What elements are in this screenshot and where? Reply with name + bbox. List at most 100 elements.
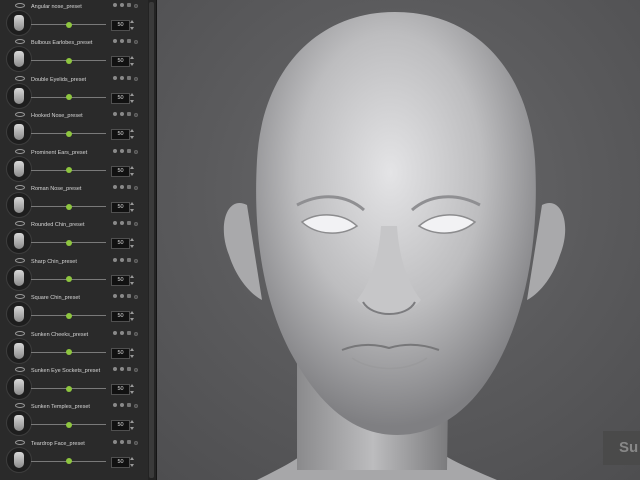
preset-value-input[interactable]: 50 <box>111 238 130 250</box>
reset-icon[interactable] <box>134 40 138 45</box>
preset-slider[interactable] <box>31 312 106 319</box>
lock-icon[interactable] <box>113 112 117 117</box>
settings-icon[interactable] <box>127 403 131 408</box>
eye-icon[interactable] <box>15 221 25 227</box>
lock-icon[interactable] <box>113 257 117 262</box>
slider-knob[interactable] <box>65 276 72 283</box>
lock-icon[interactable] <box>113 221 117 226</box>
slider-knob[interactable] <box>65 385 72 392</box>
preset-value-input[interactable]: 50 <box>111 56 130 68</box>
decrement-arrow-icon[interactable] <box>130 427 134 431</box>
eye-icon[interactable] <box>15 294 25 300</box>
increment-arrow-icon[interactable] <box>130 274 134 278</box>
increment-arrow-icon[interactable] <box>130 347 134 351</box>
3d-viewport[interactable] <box>157 0 640 480</box>
submit-button[interactable]: Su <box>603 431 640 465</box>
preset-value-input[interactable]: 50 <box>111 202 130 213</box>
preset-slider[interactable] <box>31 421 106 428</box>
increment-arrow-icon[interactable] <box>130 238 134 242</box>
link-icon[interactable] <box>120 439 124 444</box>
eye-icon[interactable] <box>15 257 25 263</box>
preset-value-input[interactable]: 50 <box>111 456 130 468</box>
increment-arrow-icon[interactable] <box>130 92 134 96</box>
preset-slider[interactable] <box>31 276 106 283</box>
slider-knob[interactable] <box>65 458 72 465</box>
decrement-arrow-icon[interactable] <box>130 391 134 394</box>
decrement-arrow-icon[interactable] <box>130 136 134 140</box>
increment-arrow-icon[interactable] <box>130 311 134 315</box>
eye-icon[interactable] <box>15 367 25 372</box>
reset-icon[interactable] <box>134 258 138 263</box>
preset-slider[interactable] <box>31 57 106 64</box>
link-icon[interactable] <box>120 75 124 80</box>
preset-slider[interactable] <box>31 458 106 465</box>
decrement-arrow-icon[interactable] <box>130 318 134 322</box>
decrement-arrow-icon[interactable] <box>130 63 134 67</box>
panel-scrollbar[interactable] <box>148 0 157 480</box>
eye-icon[interactable] <box>15 403 25 409</box>
slider-knob[interactable] <box>65 421 72 428</box>
lock-icon[interactable] <box>113 39 117 44</box>
link-icon[interactable] <box>120 112 124 117</box>
link-icon[interactable] <box>120 39 124 44</box>
preset-value-input[interactable]: 50 <box>111 384 130 395</box>
link-icon[interactable] <box>120 221 124 226</box>
settings-icon[interactable] <box>127 185 131 189</box>
lock-icon[interactable] <box>113 294 117 299</box>
eye-icon[interactable] <box>15 148 25 154</box>
slider-knob[interactable] <box>65 203 72 210</box>
decrement-arrow-icon[interactable] <box>130 463 134 467</box>
preset-slider[interactable] <box>31 94 106 101</box>
scrollbar-thumb[interactable] <box>149 2 154 478</box>
preset-slider[interactable] <box>31 130 106 137</box>
preset-value-input[interactable]: 50 <box>111 20 130 31</box>
settings-icon[interactable] <box>127 148 131 153</box>
reset-icon[interactable] <box>134 331 138 336</box>
preset-value-input[interactable]: 50 <box>111 274 130 286</box>
reset-icon[interactable] <box>134 4 138 8</box>
slider-knob[interactable] <box>65 130 72 137</box>
settings-icon[interactable] <box>127 439 131 444</box>
increment-arrow-icon[interactable] <box>130 456 134 460</box>
settings-icon[interactable] <box>127 3 131 7</box>
reset-icon[interactable] <box>134 295 138 300</box>
reset-icon[interactable] <box>134 149 138 154</box>
settings-icon[interactable] <box>127 221 131 226</box>
preset-slider[interactable] <box>31 203 106 210</box>
link-icon[interactable] <box>120 403 124 408</box>
settings-icon[interactable] <box>127 75 131 80</box>
slider-knob[interactable] <box>65 21 72 28</box>
preset-value-input[interactable]: 50 <box>111 347 130 359</box>
slider-knob[interactable] <box>65 312 72 319</box>
lock-icon[interactable] <box>113 439 117 444</box>
eye-icon[interactable] <box>15 185 25 190</box>
decrement-arrow-icon[interactable] <box>130 172 134 176</box>
lock-icon[interactable] <box>113 75 117 80</box>
eye-icon[interactable] <box>15 330 25 336</box>
lock-icon[interactable] <box>113 330 117 335</box>
eye-icon[interactable] <box>15 75 25 81</box>
link-icon[interactable] <box>120 257 124 262</box>
preset-slider[interactable] <box>31 349 106 356</box>
reset-icon[interactable] <box>134 76 138 81</box>
slider-knob[interactable] <box>65 94 72 101</box>
settings-icon[interactable] <box>127 367 131 371</box>
lock-icon[interactable] <box>113 367 117 371</box>
preset-value-input[interactable]: 50 <box>111 311 130 323</box>
slider-knob[interactable] <box>65 167 72 174</box>
lock-icon[interactable] <box>113 185 117 189</box>
preset-slider[interactable] <box>31 239 106 246</box>
decrement-arrow-icon[interactable] <box>130 27 134 30</box>
reset-icon[interactable] <box>134 113 138 118</box>
lock-icon[interactable] <box>113 148 117 153</box>
reset-icon[interactable] <box>134 404 138 409</box>
link-icon[interactable] <box>120 367 124 371</box>
eye-icon[interactable] <box>15 439 25 445</box>
slider-knob[interactable] <box>65 349 72 356</box>
preset-value-input[interactable]: 50 <box>111 165 130 177</box>
preset-slider[interactable] <box>31 21 106 28</box>
decrement-arrow-icon[interactable] <box>130 354 134 358</box>
eye-icon[interactable] <box>15 3 25 8</box>
preset-slider[interactable] <box>31 167 106 174</box>
link-icon[interactable] <box>120 294 124 299</box>
